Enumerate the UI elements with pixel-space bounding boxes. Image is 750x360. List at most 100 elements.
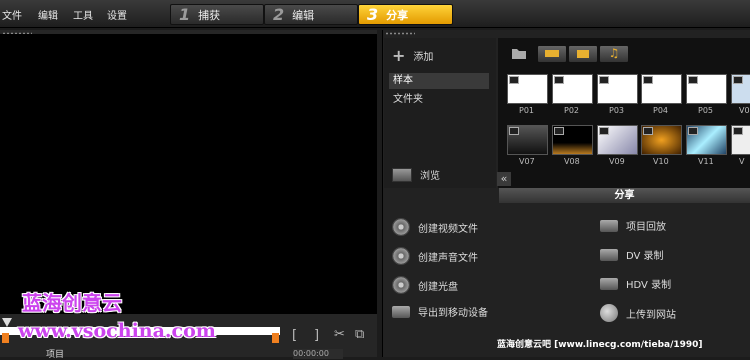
menu-edit[interactable]: 编辑 <box>38 7 58 22</box>
thumb-p01[interactable] <box>507 74 548 104</box>
image-icon <box>577 50 589 58</box>
dv-record-button[interactable]: DV 录制 <box>600 247 664 262</box>
video-marker-icon <box>554 127 564 135</box>
scrubber-handle[interactable] <box>2 318 12 327</box>
menu-file[interactable]: 文件 <box>2 7 22 22</box>
thumb-label: V07 <box>519 157 535 166</box>
folder-icon[interactable] <box>510 45 528 61</box>
export-mobile-button[interactable]: 导出到移动设备 <box>392 304 488 319</box>
music-icon: ♫ <box>608 46 620 60</box>
thumb-v06[interactable] <box>731 74 750 104</box>
mobile-device-icon <box>392 305 410 318</box>
share-option-label: DV 录制 <box>626 251 664 262</box>
thumb-label: V10 <box>653 157 669 166</box>
film-reel-icon <box>392 218 410 236</box>
menu-tools[interactable]: 工具 <box>73 7 93 22</box>
thumb-v12[interactable] <box>731 125 750 155</box>
thumb-p03[interactable] <box>597 74 638 104</box>
thumb-p05[interactable] <box>686 74 727 104</box>
mark-in-button[interactable]: [ <box>292 328 297 343</box>
step-label: 捕获 <box>198 8 221 22</box>
scissors-icon[interactable]: ✂ <box>334 327 345 342</box>
library-item-samples[interactable]: 样本 <box>389 73 489 89</box>
project-playback-button[interactable]: 项目回放 <box>600 218 666 233</box>
step-number: 2 <box>273 5 285 24</box>
thumb-p02[interactable] <box>552 74 593 104</box>
thumb-p04[interactable] <box>641 74 682 104</box>
globe-icon <box>600 304 618 322</box>
film-icon <box>545 50 559 57</box>
thumb-v09[interactable] <box>597 125 638 155</box>
create-audio-file-button[interactable]: 创建声音文件 <box>392 247 478 265</box>
collapse-button[interactable]: « <box>497 172 511 186</box>
step-share-tab[interactable]: 3 分享 <box>358 4 453 25</box>
trim-out-marker[interactable] <box>272 333 279 343</box>
add-label: 添加 <box>413 52 434 63</box>
video-marker-icon <box>509 127 519 135</box>
step-label: 分享 <box>386 8 409 22</box>
share-header: 分享 <box>499 188 750 203</box>
photo-marker-icon <box>554 76 564 84</box>
thumb-v08[interactable] <box>552 125 593 155</box>
timecode-display[interactable]: 00:00:00 <box>293 349 343 359</box>
thumb-v07[interactable] <box>507 125 548 155</box>
browse-icon <box>392 167 412 182</box>
photo-marker-icon <box>733 76 743 84</box>
thumb-label: V09 <box>609 157 625 166</box>
browse-button[interactable]: 浏览 <box>392 167 440 182</box>
footer-watermark: 蓝海创意云吧 [www.linecg.com/tieba/1990] <box>497 340 703 350</box>
audio-filter-button[interactable]: ♫ <box>599 45 629 63</box>
step-edit-tab[interactable]: 2 编辑 <box>264 4 358 25</box>
thumb-v10[interactable] <box>641 125 682 155</box>
thumb-label: V11 <box>698 157 714 166</box>
share-option-label: 创建声音文件 <box>418 252 478 264</box>
hdv-record-button[interactable]: HDV 录制 <box>600 276 671 291</box>
video-filter-button[interactable] <box>537 45 567 63</box>
photo-marker-icon <box>643 76 653 84</box>
watermark-url: www.vsochina.com <box>18 320 216 342</box>
thumb-label: P02 <box>564 106 580 115</box>
photo-marker-icon <box>688 76 698 84</box>
preview-window <box>0 34 377 314</box>
camcorder-icon <box>600 277 618 290</box>
share-option-label: 上传到网站 <box>626 309 676 321</box>
video-marker-icon <box>733 127 743 135</box>
step-capture-tab[interactable]: 1 捕获 <box>170 4 264 25</box>
thumb-label: P03 <box>609 106 625 115</box>
watermark-title: 蓝海创意云 <box>22 291 122 315</box>
step-label: 编辑 <box>292 8 315 22</box>
trim-in-marker[interactable] <box>2 333 9 343</box>
camcorder-icon <box>600 248 618 261</box>
thumb-label: P04 <box>653 106 669 115</box>
step-number: 1 <box>179 5 191 24</box>
thumb-label: V0 <box>739 106 750 115</box>
project-label[interactable]: 项目 <box>46 347 64 360</box>
share-option-label: 导出到移动设备 <box>418 308 488 319</box>
video-marker-icon <box>599 127 609 135</box>
menu-settings[interactable]: 设置 <box>107 7 127 22</box>
video-marker-icon <box>688 127 698 135</box>
library-item-folder[interactable]: 文件夹 <box>389 92 489 108</box>
plus-icon: + <box>392 46 406 65</box>
photo-marker-icon <box>509 76 519 84</box>
share-option-label: 项目回放 <box>626 222 666 233</box>
add-button[interactable]: + 添加 <box>392 46 433 65</box>
image-filter-button[interactable] <box>568 45 598 63</box>
monitor-icon <box>600 219 618 232</box>
copy-icon[interactable]: ⧉ <box>355 327 364 342</box>
panel-grip[interactable] <box>385 32 415 35</box>
browse-label: 浏览 <box>420 171 440 182</box>
thumb-label: P01 <box>519 106 535 115</box>
video-marker-icon <box>643 127 653 135</box>
share-option-label: 创建光盘 <box>418 281 458 293</box>
photo-marker-icon <box>599 76 609 84</box>
audio-disc-icon <box>392 247 410 265</box>
mark-out-button[interactable]: ] <box>314 328 319 343</box>
upload-web-button[interactable]: 上传到网站 <box>600 304 676 322</box>
step-number: 3 <box>367 5 379 24</box>
create-video-file-button[interactable]: 创建视频文件 <box>392 218 478 236</box>
thumb-label: V <box>739 157 745 166</box>
share-option-label: 创建视频文件 <box>418 223 478 235</box>
thumb-v11[interactable] <box>686 125 727 155</box>
create-disc-button[interactable]: 创建光盘 <box>392 276 458 294</box>
